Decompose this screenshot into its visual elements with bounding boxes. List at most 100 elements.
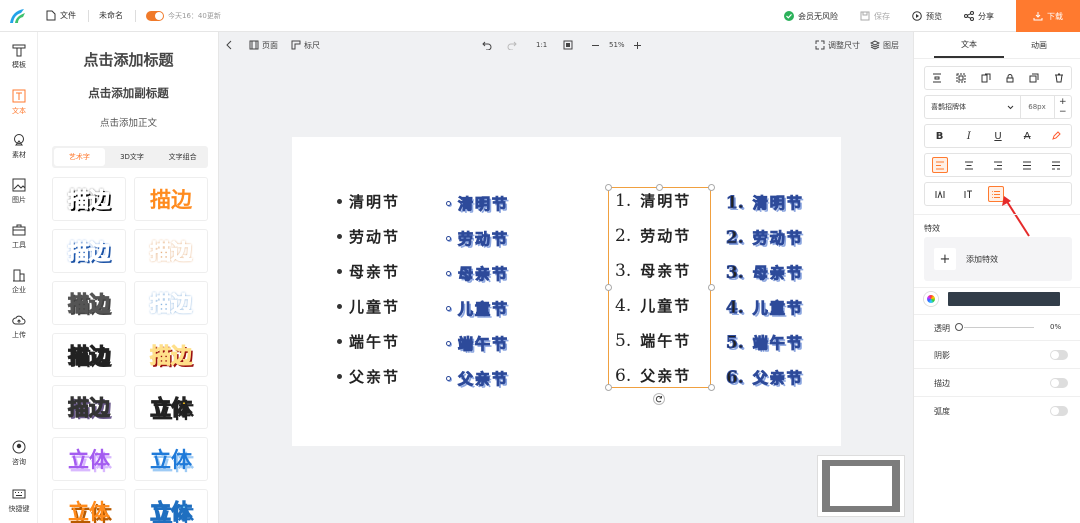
art-text-card[interactable]: 描边	[52, 229, 126, 273]
add-effect-button[interactable]: + 添加特效	[924, 237, 1072, 281]
justify-button[interactable]	[1013, 161, 1042, 170]
undo-button[interactable]	[482, 40, 492, 50]
line-spacing-button[interactable]	[955, 190, 981, 199]
bullet-text-item[interactable]: 劳动节	[337, 226, 400, 247]
art-text-card[interactable]: 描边	[134, 177, 208, 221]
bullet-text-item[interactable]: 母亲节	[337, 261, 400, 282]
design-canvas[interactable]	[292, 137, 841, 446]
increase-size-icon[interactable]: +	[1059, 97, 1067, 107]
tab-animation[interactable]: 动画	[1004, 32, 1074, 58]
canvas-minimap[interactable]	[817, 455, 905, 517]
styled-numbered-item[interactable]: 1. 清明节	[726, 192, 804, 214]
bullet-text-item[interactable]: 端午节	[337, 331, 400, 352]
art-text-card[interactable]: 描边	[52, 385, 126, 429]
color-swatch[interactable]	[948, 292, 1060, 306]
document-name[interactable]: 未命名	[99, 10, 123, 21]
add-body-button[interactable]: 点击添加正文	[38, 115, 218, 129]
duplicate-button[interactable]	[1022, 73, 1046, 83]
styled-bullet-item[interactable]: 清明节	[446, 193, 509, 214]
rail-item-upload[interactable]: 上传	[0, 312, 38, 340]
group-button[interactable]	[949, 73, 973, 83]
resize-handle[interactable]	[656, 184, 663, 191]
styled-bullet-item[interactable]: 母亲节	[446, 263, 509, 284]
member-risk-status[interactable]: 会员无风险	[784, 11, 838, 22]
rail-item-text[interactable]: 文本	[0, 88, 38, 116]
art-text-card[interactable]: 描边	[52, 281, 126, 325]
page-button[interactable]: 页面	[249, 40, 278, 51]
align-right-button[interactable]	[983, 161, 1012, 170]
art-text-card[interactable]: 描边	[134, 229, 208, 273]
styled-numbered-item[interactable]: 2. 劳动节	[726, 227, 804, 249]
styled-numbered-item[interactable]: 4. 儿童节	[726, 297, 804, 319]
rail-item-tools[interactable]: 工具	[0, 222, 38, 250]
tab-text[interactable]: 文本	[934, 32, 1004, 58]
download-button[interactable]: 下载	[1016, 0, 1080, 32]
art-text-card[interactable]: 描边	[134, 281, 208, 325]
tab-3d-text[interactable]: 3D文字	[107, 146, 158, 168]
curve-toggle[interactable]	[1050, 406, 1068, 416]
zoom-out-button[interactable]	[591, 41, 600, 50]
strikethrough-button[interactable]: A	[1013, 131, 1042, 142]
distribute-text-button[interactable]	[1042, 161, 1071, 170]
zoom-in-button[interactable]	[633, 41, 642, 50]
styled-numbered-item[interactable]: 6. 父亲节	[726, 367, 804, 389]
resize-button[interactable]: 调整尺寸	[815, 40, 860, 51]
art-text-card[interactable]: 描边	[52, 177, 126, 221]
art-text-card[interactable]: 立体	[52, 437, 126, 481]
bullet-text-item[interactable]: 父亲节	[337, 366, 400, 387]
add-subtitle-button[interactable]: 点击添加副标题	[38, 85, 218, 101]
art-text-card[interactable]: 描边	[134, 333, 208, 377]
align-left-button[interactable]	[925, 157, 954, 173]
resize-handle[interactable]	[605, 284, 612, 291]
tab-art-text[interactable]: 艺术字	[54, 148, 105, 166]
delete-button[interactable]	[1047, 73, 1071, 83]
resize-handle[interactable]	[605, 384, 612, 391]
collapse-panel-button[interactable]	[225, 40, 233, 50]
italic-button[interactable]: I	[954, 131, 983, 142]
styled-bullet-item[interactable]: 劳动节	[446, 228, 509, 249]
bullet-text-item[interactable]: 清明节	[337, 191, 400, 212]
rail-item-shortcuts[interactable]: 快捷键	[0, 486, 38, 514]
rail-item-image[interactable]: 图片	[0, 177, 38, 205]
art-text-card[interactable]: 描边	[52, 333, 126, 377]
share-button[interactable]: 分享	[964, 11, 994, 22]
rail-item-material[interactable]: 素材	[0, 132, 38, 160]
rail-item-enterprise[interactable]: 企业	[0, 267, 38, 295]
shadow-toggle[interactable]	[1050, 350, 1068, 360]
text-color-button[interactable]	[1042, 131, 1071, 141]
preview-button[interactable]: 预览	[912, 11, 942, 22]
actual-size-button[interactable]: 1:1	[536, 41, 547, 49]
resize-handle[interactable]	[708, 184, 715, 191]
letter-spacing-button[interactable]	[925, 189, 955, 199]
art-text-card[interactable]: 立体	[134, 489, 208, 523]
align-distribute-button[interactable]	[925, 73, 949, 83]
art-text-card[interactable]: 立体	[134, 437, 208, 481]
font-family-select[interactable]: 喜鹊招牌体	[925, 96, 1021, 118]
save-button[interactable]: 保存	[860, 11, 890, 22]
selection-box[interactable]	[608, 187, 711, 388]
rail-item-template[interactable]: 模板	[0, 42, 38, 70]
file-menu[interactable]: 文件	[46, 10, 76, 21]
fit-screen-button[interactable]	[563, 40, 573, 50]
bold-button[interactable]: B	[925, 131, 954, 142]
app-logo[interactable]	[0, 0, 36, 32]
decrease-size-icon[interactable]: −	[1059, 107, 1067, 117]
ruler-button[interactable]: 标尺	[291, 40, 320, 51]
styled-numbered-item[interactable]: 3. 母亲节	[726, 262, 804, 284]
styled-bullet-item[interactable]: 父亲节	[446, 368, 509, 389]
color-wheel-icon[interactable]	[924, 292, 938, 306]
art-text-card[interactable]: 立体	[134, 385, 208, 429]
lock-button[interactable]	[998, 73, 1022, 83]
styled-numbered-item[interactable]: 5. 端午节	[726, 332, 804, 354]
redo-button[interactable]	[507, 40, 517, 50]
rotate-handle[interactable]	[653, 393, 665, 405]
font-size-stepper[interactable]: + −	[1055, 97, 1072, 117]
tab-text-combo[interactable]: 文字组合	[157, 146, 208, 168]
font-size-input[interactable]: 68px	[1021, 96, 1055, 118]
stroke-toggle[interactable]	[1050, 378, 1068, 388]
resize-handle[interactable]	[605, 184, 612, 191]
underline-button[interactable]: U	[983, 131, 1012, 142]
resize-handle[interactable]	[708, 384, 715, 391]
bullet-text-item[interactable]: 儿童节	[337, 296, 400, 317]
autosave-toggle[interactable]	[146, 10, 164, 21]
